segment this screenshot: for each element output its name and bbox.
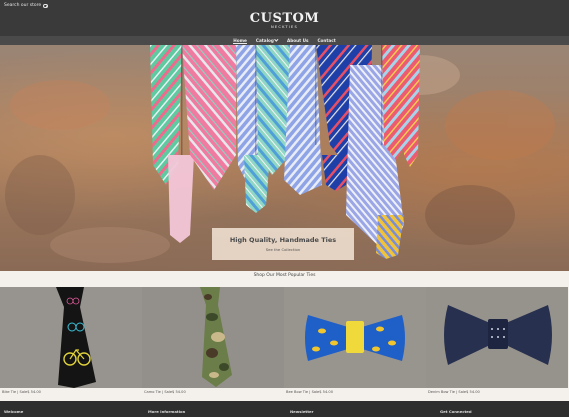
logo-main-text: CUSTOM [249,11,320,26]
search-label: Search our store [4,3,42,8]
nav-item-contact[interactable]: Contact [317,38,335,43]
main-nav: Home Catalog About Us Contact [0,36,569,45]
nav-item-catalog[interactable]: Catalog [255,37,279,43]
product-image-camo-tie[interactable] [142,287,284,388]
hero-caption-box: High Quality, Handmade Ties See the Coll… [212,228,354,260]
product-image-bee-bow-tie[interactable] [284,287,426,388]
product-caption-bike-tie[interactable]: Bike Tie | Sale$ 54.00 [2,390,41,394]
site-header: Search our store CUSTOM NECKTIES [0,0,569,36]
footer-heading-welcome: Welcome [4,409,24,414]
nav-item-about-us[interactable]: About Us [287,38,308,43]
search-icon[interactable] [43,3,48,9]
search-link[interactable]: Search our store [4,3,48,9]
product-caption-denim-bow-tie[interactable]: Denim Bow Tie | Sale$ 54.00 [428,390,480,394]
product-card-denim-bow-tie[interactable]: Denim Bow Tie | Sale$ 54.00 [426,287,568,399]
site-footer: Welcome More Information Newsletter Get … [0,401,569,417]
popular-ties-heading: Shop Our Most Popular Ties [253,273,316,278]
product-card-bike-tie[interactable]: Bike Tie | Sale$ 54.00 [0,287,142,399]
footer-heading-get-connected: Get Connected [440,409,472,414]
site-logo[interactable]: CUSTOM NECKTIES [0,12,569,30]
nav-item-home[interactable]: Home [233,38,247,44]
hero-title: High Quality, Handmade Ties [229,236,337,244]
product-image-bike-tie[interactable] [0,287,142,388]
product-card-camo-tie[interactable]: Camo Tie | Sale$ 54.00 [142,287,284,399]
nav-item-catalog-label: Catalog [255,38,274,43]
footer-heading-newsletter: Newsletter [290,409,314,414]
hero-collection-link[interactable]: See the Collection [212,247,354,252]
chevron-down-icon [274,37,279,42]
product-caption-bee-bow-tie[interactable]: Bee Bow Tie | Sale$ 54.00 [286,390,333,394]
hero-banner: High Quality, Handmade Ties See the Coll… [0,45,569,271]
product-image-denim-bow-tie[interactable] [426,287,568,388]
product-card-bee-bow-tie[interactable]: Bee Bow Tie | Sale$ 54.00 [284,287,426,399]
product-grid: Bike Tie | Sale$ 54.00 Camo Tie | Sale$ … [0,287,569,399]
product-caption-camo-tie[interactable]: Camo Tie | Sale$ 54.00 [144,390,186,394]
footer-heading-more-information: More Information [148,409,186,414]
logo-sub-text: NECKTIES [271,25,298,29]
